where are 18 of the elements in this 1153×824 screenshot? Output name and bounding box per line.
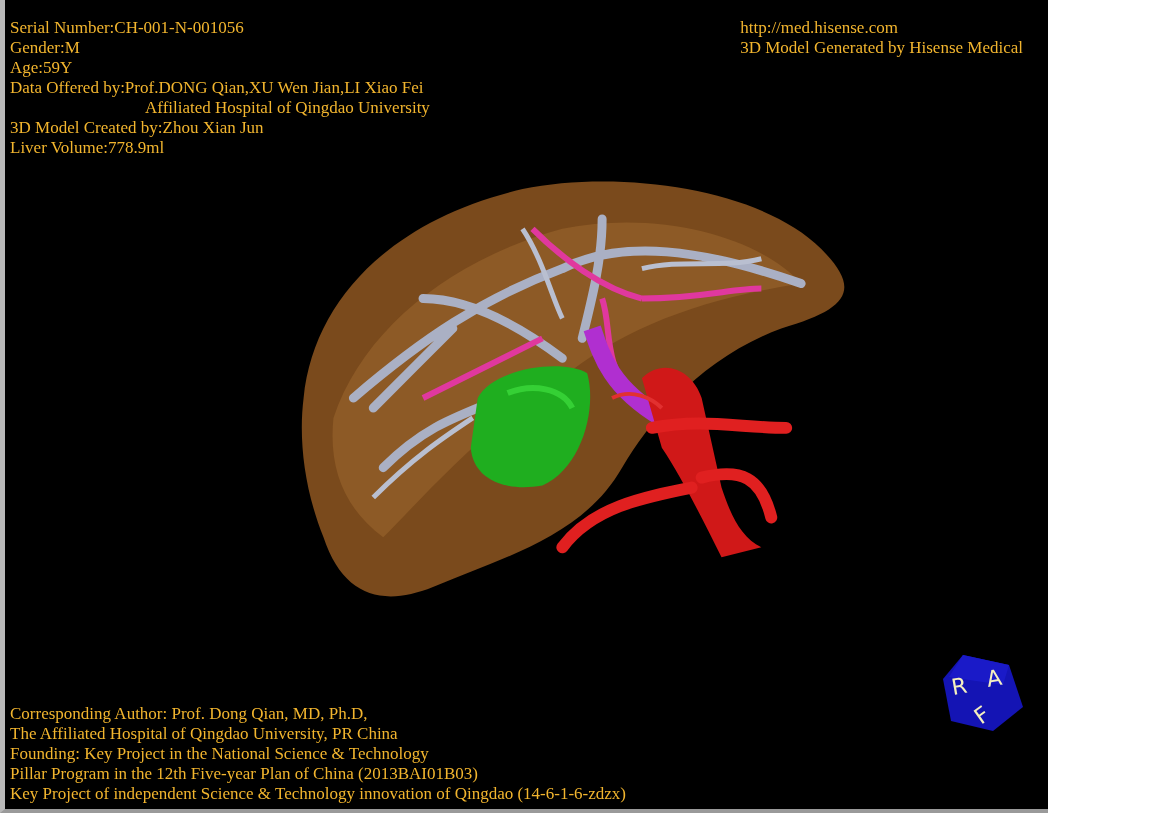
cube-label: R <box>949 672 969 700</box>
cube-label: A <box>984 664 1004 692</box>
info-line: Liver Volume:778.9ml <box>10 138 165 158</box>
info-line: Data Offered by:Prof.DONG Qian,XU Wen Jian,LI Xiao Fei <box>10 78 424 98</box>
credit-line: http://med.hisense.com <box>740 18 898 38</box>
info-line: Gender:M <box>10 38 80 58</box>
cube-label: F <box>969 701 995 730</box>
footer-line: Corresponding Author: Prof. Dong Qian, MD, Ph.D, <box>10 704 368 724</box>
footer-line: Pillar Program in the 12th Five-year Plan of China (2013BAI01B03) <box>10 764 478 784</box>
info-line: Serial Number:CH-001-N-001056 <box>10 18 244 38</box>
info-line: 3D Model Created by:Zhou Xian Jun <box>10 118 264 138</box>
footer-line: The Affiliated Hospital of Qingdao University, PR China <box>10 724 398 744</box>
credit-line: 3D Model Generated by Hisense Medical <box>740 38 1023 58</box>
info-line: Affiliated Hospital of Qingdao University <box>145 98 430 118</box>
orientation-cube[interactable]: R A F <box>943 655 1025 733</box>
footer-line: Founding: Key Project in the National Science & Technology <box>10 744 429 764</box>
footer-line: Key Project of independent Science & Technology innovation of Qingdao (14-6-1-6-zdzx) <box>10 784 626 804</box>
info-line: Age:59Y <box>10 58 73 78</box>
